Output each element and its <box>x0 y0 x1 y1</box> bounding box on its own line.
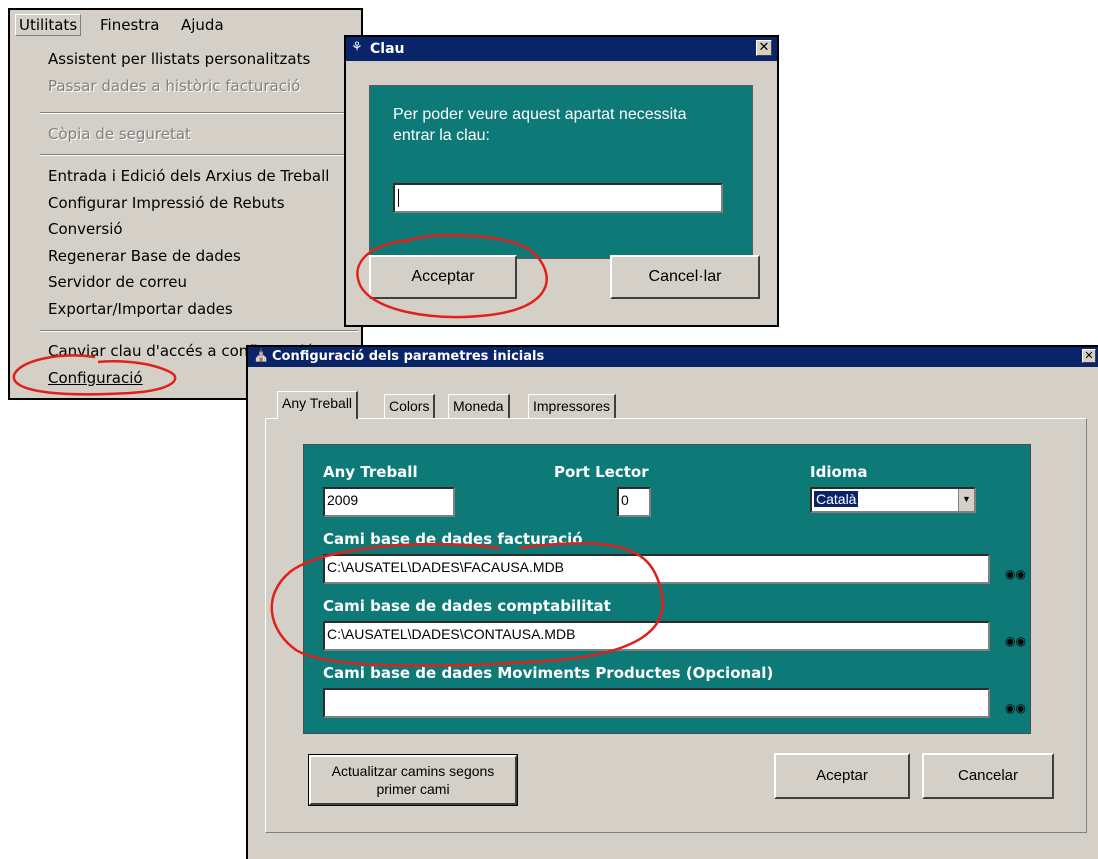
menu-separator <box>40 330 358 332</box>
menu-utilitats[interactable]: Utilitats <box>15 14 82 36</box>
comptabilitat-path-value: C:\AUSATEL\DADES\CONTAUSA.MDB <box>327 626 576 642</box>
aceptar-button[interactable]: Aceptar <box>774 753 910 799</box>
accept-button[interactable]: Acceptar <box>369 255 517 299</box>
cancelar-button[interactable]: Cancelar <box>922 753 1054 799</box>
moviments-path-input[interactable] <box>323 688 990 718</box>
comptabilitat-label: Cami base de dades comptabilitat <box>323 597 611 615</box>
config-titlebar: ⛪ Configuració dels parametres inicials … <box>248 347 1098 367</box>
tab-any-treball[interactable]: Any Treball <box>277 391 359 419</box>
settings-icon: ⛪ <box>253 348 270 363</box>
idioma-selected-value: Català <box>814 491 859 507</box>
moviments-label: Cami base de dades Moviments Productes (… <box>323 664 774 682</box>
aceptar-button-label: Aceptar <box>816 767 868 784</box>
cancel-button-label: Cancel·lar <box>648 268 722 285</box>
menu-bar: Utilitats Finestra Ajuda <box>10 10 361 38</box>
menu-item-entrada-edicio[interactable]: Entrada i Edició dels Arxius de Treball <box>48 167 329 185</box>
tab-impressores[interactable]: Impressores <box>528 394 617 418</box>
port-lector-label: Port Lector <box>554 463 649 481</box>
chevron-down-icon[interactable]: ▼ <box>958 489 974 511</box>
config-title: Configuració dels parametres inicials <box>272 349 545 364</box>
any-treball-label: Any Treball <box>323 463 418 481</box>
menu-item-copia-seguretat: Còpia de seguretat <box>48 125 191 143</box>
comptabilitat-path-input[interactable]: C:\AUSATEL\DADES\CONTAUSA.MDB <box>323 621 990 651</box>
cancel-button[interactable]: Cancel·lar <box>610 255 760 299</box>
menu-item-conversio[interactable]: Conversió <box>48 220 123 238</box>
close-icon[interactable]: ✕ <box>1082 349 1096 363</box>
binoculars-icon[interactable]: ◉◉ <box>1005 634 1026 648</box>
app-icon: ⚘ <box>351 40 363 55</box>
menu-item-servidor-correu[interactable]: Servidor de correu <box>48 273 187 291</box>
menu-item-assistent-llistats[interactable]: Assistent per llistats personalitzats <box>48 50 310 68</box>
update-paths-button[interactable]: Actualitzar camins segons primer cami <box>308 754 518 806</box>
password-input[interactable] <box>393 183 723 213</box>
menu-separator <box>40 112 358 114</box>
menu-separator <box>40 154 358 156</box>
tab-colors[interactable]: Colors <box>384 394 436 418</box>
text-caret <box>398 189 399 207</box>
menu-ajuda[interactable]: Ajuda <box>181 16 224 34</box>
clau-dialog: ⚘ Clau ✕ Per poder veure aquest apartat … <box>344 35 779 327</box>
update-paths-label-line1: Actualitzar camins segons <box>331 763 495 779</box>
tab-moneda[interactable]: Moneda <box>448 394 510 418</box>
idioma-select[interactable]: Català ▼ <box>810 487 976 513</box>
any-treball-input[interactable]: 2009 <box>323 487 455 517</box>
clau-message: Per poder veure aquest apartat necessita… <box>393 106 687 144</box>
close-icon[interactable]: ✕ <box>756 40 772 56</box>
facturacio-path-value: C:\AUSATEL\DADES\FACAUSA.MDB <box>327 559 565 575</box>
update-paths-label-line2: primer cami <box>376 781 450 797</box>
menu-item-passar-historic: Passar dades a històric facturació <box>48 77 301 95</box>
facturacio-label: Cami base de dades facturació <box>323 530 583 548</box>
port-lector-input[interactable]: 0 <box>617 487 651 517</box>
menu-item-configurar-impressio[interactable]: Configurar Impressió de Rebuts <box>48 194 285 212</box>
facturacio-path-input[interactable]: C:\AUSATEL\DADES\FACAUSA.MDB <box>323 554 990 584</box>
idioma-label: Idioma <box>810 463 868 481</box>
clau-panel: Per poder veure aquest apartat necessita… <box>369 85 753 259</box>
cancelar-button-label: Cancelar <box>957 767 1019 784</box>
utilitats-menu-window: Utilitats Finestra Ajuda Assistent per l… <box>8 8 363 400</box>
parameters-panel: Any Treball 2009 Port Lector 0 Idioma Ca… <box>303 444 1031 734</box>
utilitats-dropdown: Assistent per llistats personalitzats Pa… <box>36 38 362 398</box>
menu-finestra[interactable]: Finestra <box>100 16 160 34</box>
menu-item-exportar-importar[interactable]: Exportar/Importar dades <box>48 300 233 318</box>
configuracio-dialog: ⛪ Configuració dels parametres inicials … <box>246 345 1098 859</box>
clau-title: Clau <box>370 41 405 57</box>
binoculars-icon[interactable]: ◉◉ <box>1005 701 1026 715</box>
menu-item-regenerar-bd[interactable]: Regenerar Base de dades <box>48 247 241 265</box>
accept-button-label: Acceptar <box>411 268 475 285</box>
any-treball-value: 2009 <box>327 492 359 508</box>
port-lector-value: 0 <box>621 492 629 508</box>
clau-titlebar: ⚘ Clau ✕ <box>346 37 777 61</box>
binoculars-icon[interactable]: ◉◉ <box>1005 567 1026 581</box>
menu-item-configuracio[interactable]: Configuració <box>48 369 143 387</box>
